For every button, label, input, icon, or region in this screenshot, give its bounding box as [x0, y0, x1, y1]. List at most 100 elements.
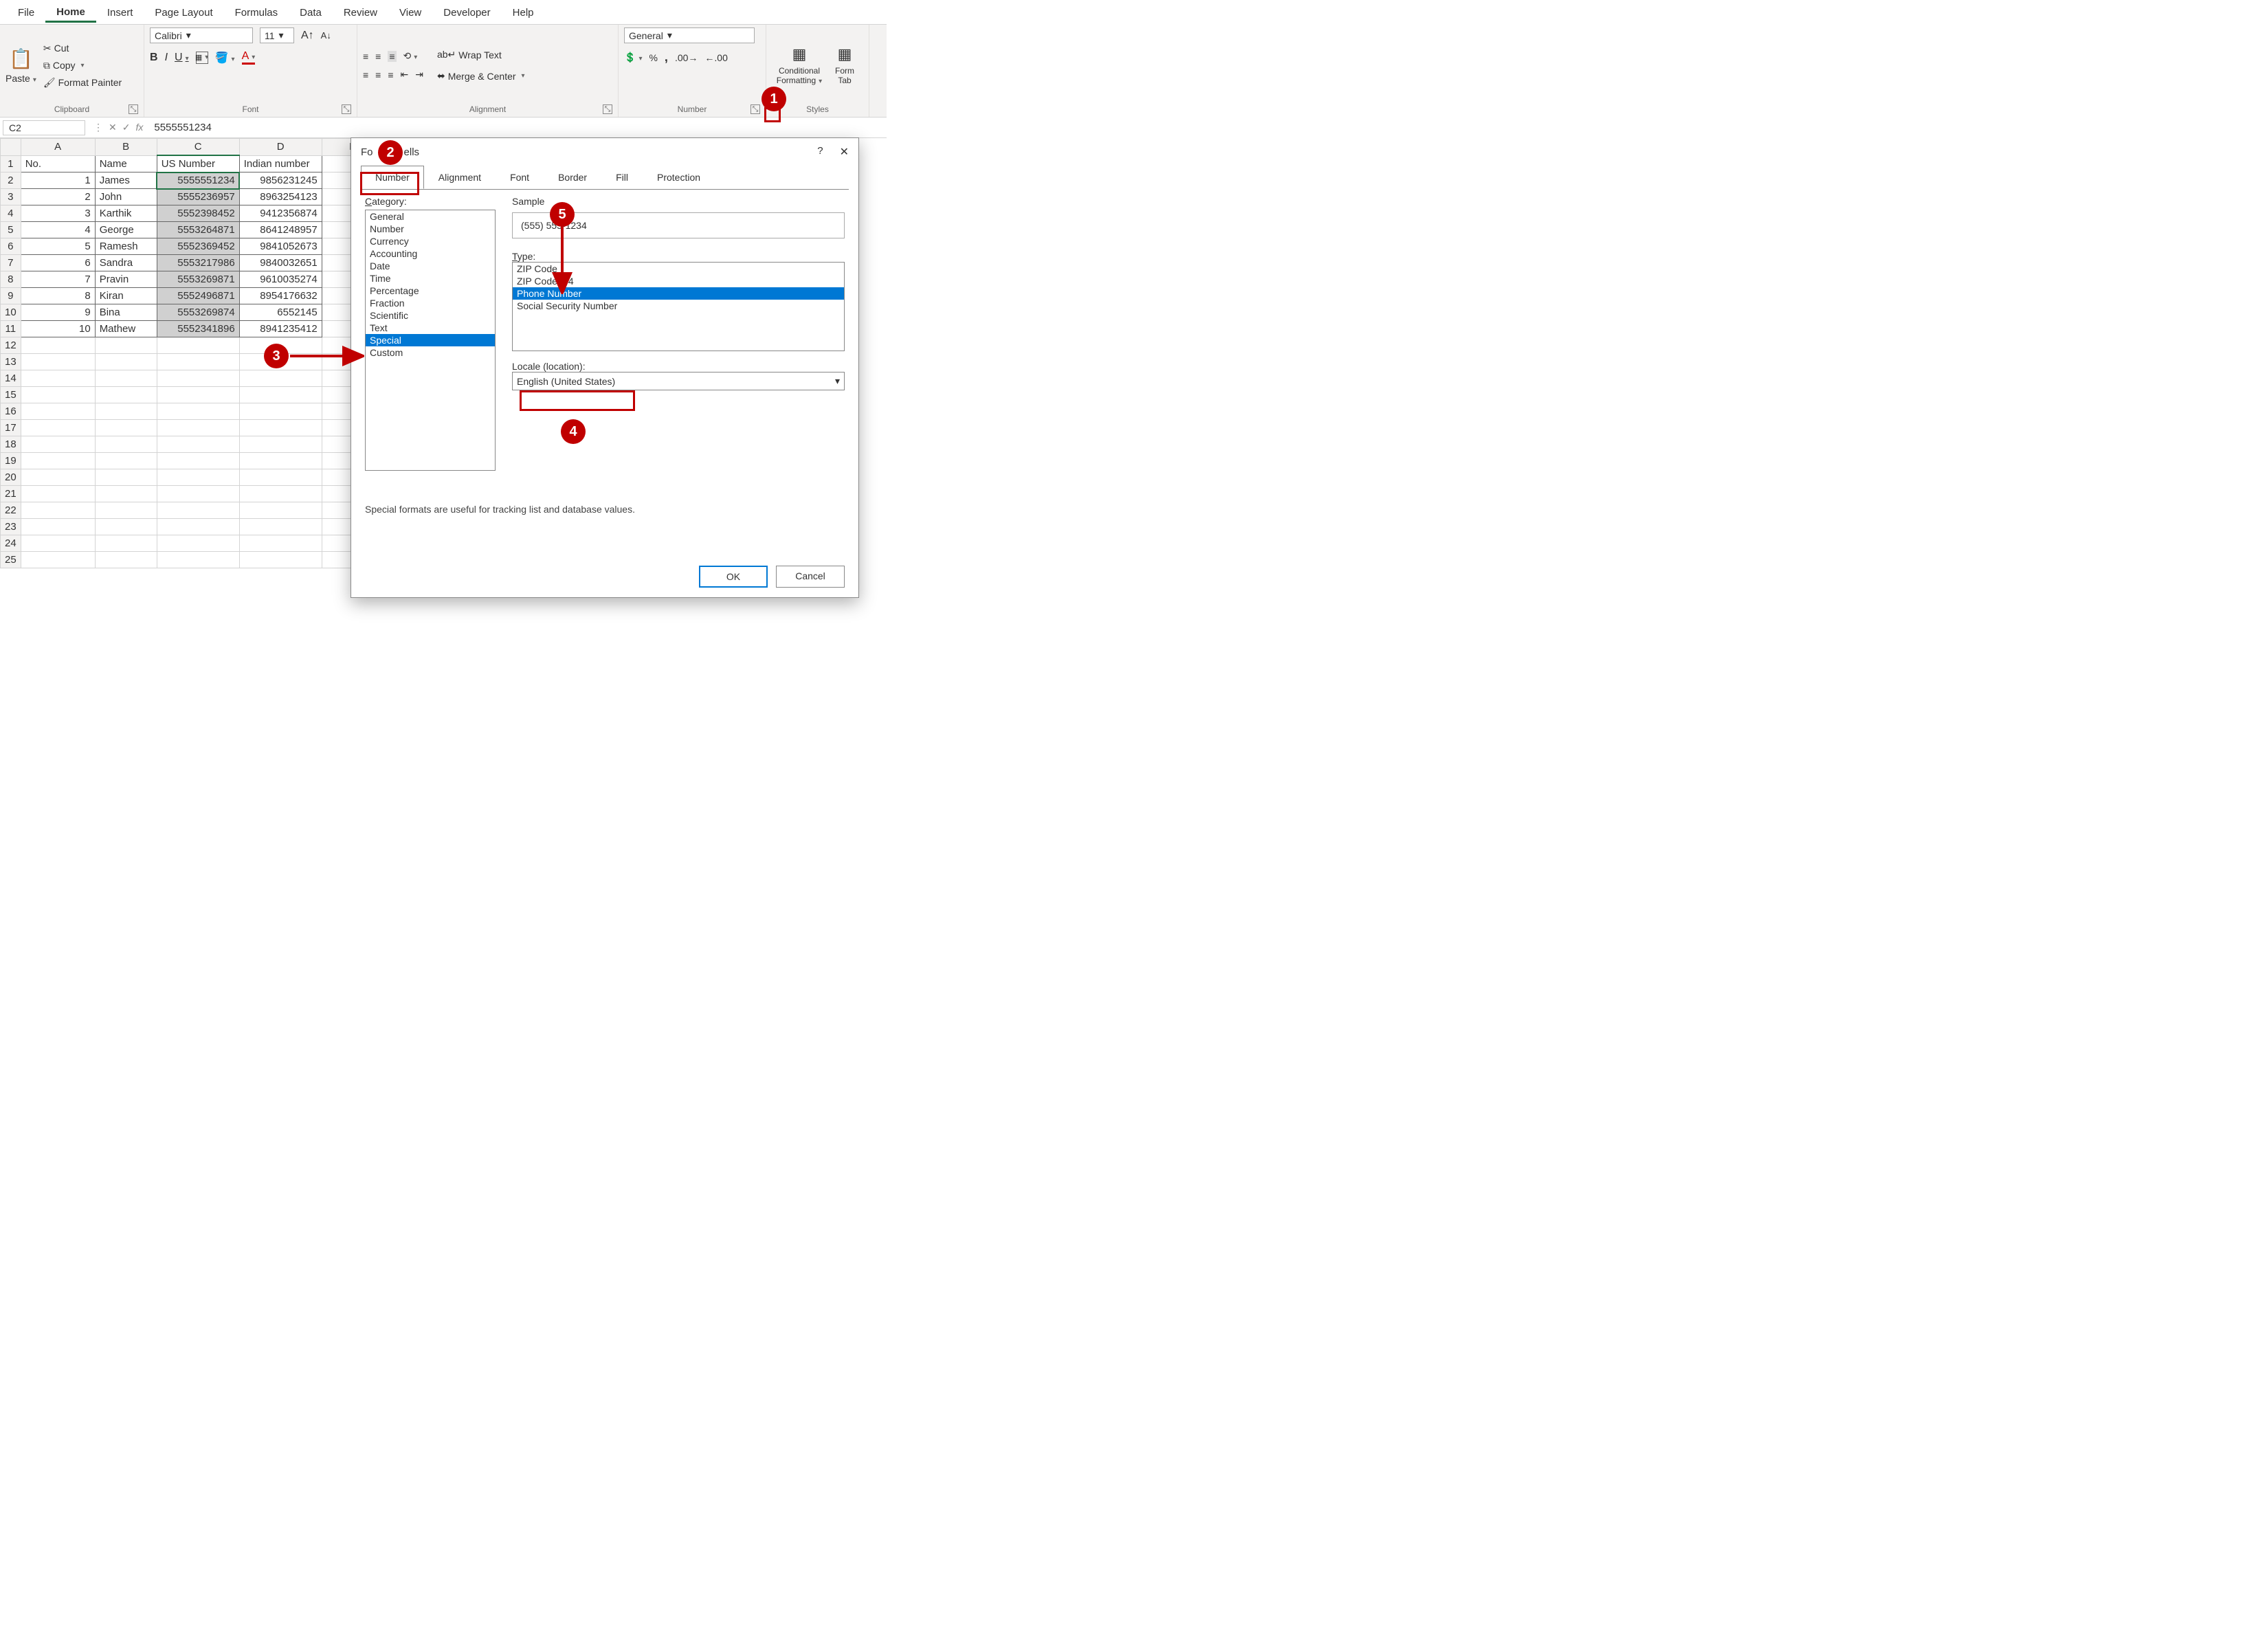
cell-B10[interactable]: Bina	[95, 304, 157, 321]
cell-D14[interactable]	[239, 370, 322, 387]
select-all[interactable]	[1, 139, 21, 156]
cell-D4[interactable]: 9412356874	[239, 205, 322, 222]
cell-D21[interactable]	[239, 486, 322, 502]
number-format-dropdown[interactable]: General▾	[624, 27, 755, 43]
font-color-button[interactable]: A	[242, 50, 256, 65]
paste-icon[interactable]: 📋	[9, 47, 33, 70]
dialog-help-icon[interactable]: ?	[817, 145, 823, 159]
dialog-close-icon[interactable]: ✕	[840, 145, 849, 159]
cell-A2[interactable]: 1	[21, 173, 95, 189]
dialog-tab-alignment[interactable]: Alignment	[424, 166, 496, 189]
clipboard-launcher-icon[interactable]: ⤡	[129, 104, 138, 114]
row-header-23[interactable]: 23	[1, 519, 21, 535]
currency-icon[interactable]: 💲	[624, 52, 642, 63]
cell-C14[interactable]	[157, 370, 239, 387]
orientation-icon[interactable]: ⟲	[403, 50, 418, 62]
cell-B1[interactable]: Name	[95, 155, 157, 173]
decrease-font-icon[interactable]: A↓	[321, 30, 331, 41]
cell-A4[interactable]: 3	[21, 205, 95, 222]
cell-C21[interactable]	[157, 486, 239, 502]
cell-C4[interactable]: 5552398452	[157, 205, 239, 222]
row-header-5[interactable]: 5	[1, 222, 21, 238]
col-header-B[interactable]: B	[95, 139, 157, 156]
cell-D22[interactable]	[239, 502, 322, 519]
paste-button[interactable]: Paste	[5, 73, 36, 84]
cell-D11[interactable]: 8941235412	[239, 321, 322, 337]
row-header-18[interactable]: 18	[1, 436, 21, 453]
cell-C16[interactable]	[157, 403, 239, 420]
tab-view[interactable]: View	[388, 3, 432, 21]
cell-A10[interactable]: 9	[21, 304, 95, 321]
cancel-button[interactable]: Cancel	[776, 566, 845, 588]
cell-C25[interactable]	[157, 552, 239, 568]
borders-button[interactable]: ▦	[196, 52, 208, 64]
cell-D17[interactable]	[239, 420, 322, 436]
category-item-custom[interactable]: Custom	[366, 346, 495, 359]
cell-B24[interactable]	[95, 535, 157, 552]
cell-C23[interactable]	[157, 519, 239, 535]
row-header-4[interactable]: 4	[1, 205, 21, 222]
row-header-14[interactable]: 14	[1, 370, 21, 387]
cell-C6[interactable]: 5552369452	[157, 238, 239, 255]
align-bottom-icon[interactable]: ≡	[388, 51, 396, 62]
fx-icon[interactable]: fx	[135, 122, 143, 133]
row-header-24[interactable]: 24	[1, 535, 21, 552]
dialog-tab-number[interactable]: Number	[361, 166, 424, 189]
cell-B14[interactable]	[95, 370, 157, 387]
cell-D24[interactable]	[239, 535, 322, 552]
category-item-date[interactable]: Date	[366, 260, 495, 272]
font-name-dropdown[interactable]: Calibri▾	[150, 27, 253, 43]
cell-C8[interactable]: 5553269871	[157, 271, 239, 288]
category-item-percentage[interactable]: Percentage	[366, 285, 495, 297]
cell-C3[interactable]: 5555236957	[157, 189, 239, 205]
cell-C1[interactable]: US Number	[157, 155, 239, 173]
row-header-17[interactable]: 17	[1, 420, 21, 436]
cell-C20[interactable]	[157, 469, 239, 486]
accept-formula-icon[interactable]: ✓	[122, 122, 131, 133]
wrap-text-button[interactable]: ab↵Wrap Text	[434, 47, 528, 62]
cell-A11[interactable]: 10	[21, 321, 95, 337]
cell-D3[interactable]: 8963254123	[239, 189, 322, 205]
tab-review[interactable]: Review	[333, 3, 388, 21]
tab-data[interactable]: Data	[289, 3, 333, 21]
category-list[interactable]: GeneralNumberCurrencyAccountingDateTimeP…	[365, 210, 496, 471]
category-item-time[interactable]: Time	[366, 272, 495, 285]
tab-formulas[interactable]: Formulas	[224, 3, 289, 21]
cell-D16[interactable]	[239, 403, 322, 420]
row-header-12[interactable]: 12	[1, 337, 21, 354]
align-middle-icon[interactable]: ≡	[375, 51, 381, 62]
tab-help[interactable]: Help	[502, 3, 545, 21]
increase-indent-icon[interactable]: ⇥	[415, 69, 423, 80]
category-item-fraction[interactable]: Fraction	[366, 297, 495, 309]
row-header-10[interactable]: 10	[1, 304, 21, 321]
cell-B20[interactable]	[95, 469, 157, 486]
cell-D19[interactable]	[239, 453, 322, 469]
cell-A16[interactable]	[21, 403, 95, 420]
cell-B4[interactable]: Karthik	[95, 205, 157, 222]
formula-input[interactable]: 5555551234	[148, 120, 887, 135]
cell-C12[interactable]	[157, 337, 239, 354]
category-item-text[interactable]: Text	[366, 322, 495, 334]
cell-B2[interactable]: James	[95, 173, 157, 189]
decrease-indent-icon[interactable]: ⇤	[401, 69, 409, 80]
cell-B3[interactable]: John	[95, 189, 157, 205]
row-header-6[interactable]: 6	[1, 238, 21, 255]
cell-A6[interactable]: 5	[21, 238, 95, 255]
cell-A1[interactable]: No.	[21, 155, 95, 173]
cell-A8[interactable]: 7	[21, 271, 95, 288]
cell-C24[interactable]	[157, 535, 239, 552]
cell-C7[interactable]: 5553217986	[157, 255, 239, 271]
type-item-social-security-number[interactable]: Social Security Number	[513, 300, 844, 312]
cell-D6[interactable]: 9841052673	[239, 238, 322, 255]
cell-C15[interactable]	[157, 387, 239, 403]
row-header-1[interactable]: 1	[1, 155, 21, 173]
cell-A17[interactable]	[21, 420, 95, 436]
cell-A25[interactable]	[21, 552, 95, 568]
row-header-7[interactable]: 7	[1, 255, 21, 271]
italic-button[interactable]: I	[165, 52, 168, 64]
dialog-tab-fill[interactable]: Fill	[601, 166, 643, 189]
format-table-button[interactable]: Form Tab	[831, 66, 858, 85]
alignment-launcher-icon[interactable]: ⤡	[603, 104, 612, 114]
cell-A20[interactable]	[21, 469, 95, 486]
tab-home[interactable]: Home	[45, 2, 96, 23]
